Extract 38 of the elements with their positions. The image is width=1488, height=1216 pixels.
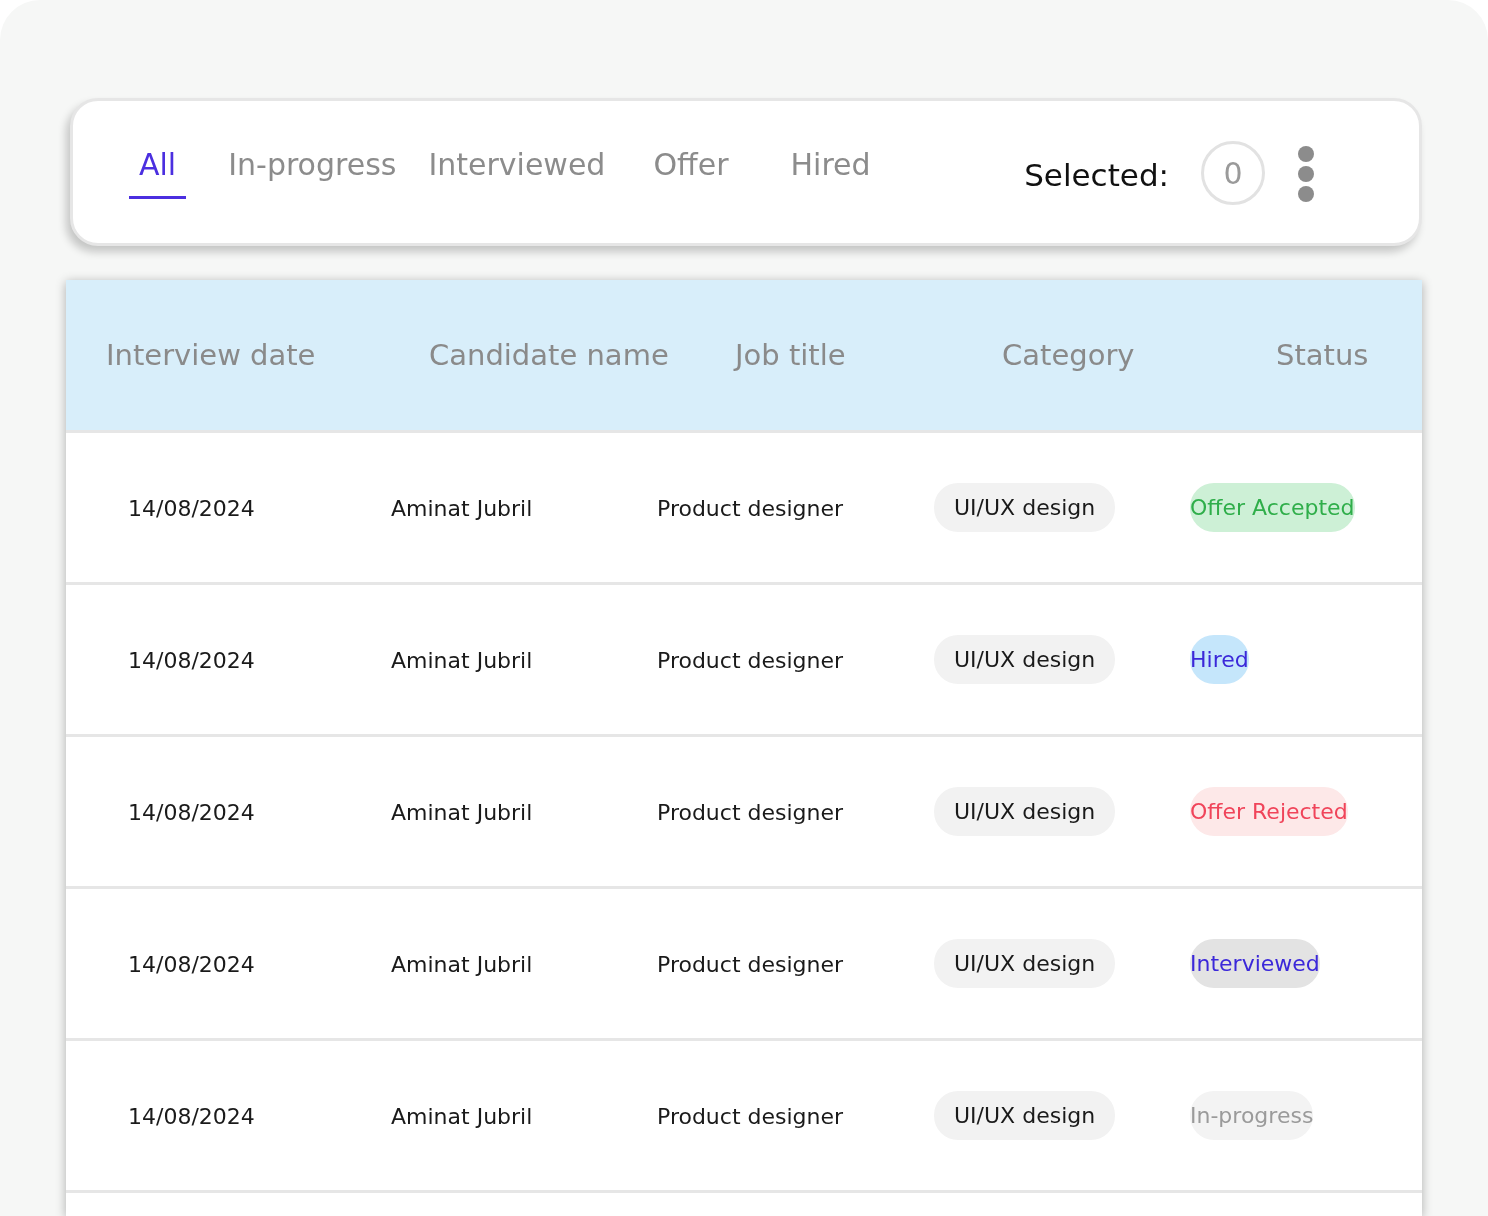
name-cell-text: Aminat Jubril [391,951,534,977]
column-header: Status [1276,338,1370,372]
name-cell-text: Aminat Jubril [391,647,534,673]
filter-tab[interactable]: Hired [790,101,871,199]
date-cell-text: 14/08/2024 [128,799,256,825]
filter-tab[interactable]: All [129,101,187,199]
name-cell-text: Aminat Jubril [391,1103,534,1129]
name-cell-text: Aminat Jubril [391,495,534,521]
category-tag: UI/UX design [934,1091,1116,1140]
date-cell-text: 14/08/2024 [128,495,256,521]
category-tag: UI/UX design [934,483,1116,532]
job-title-cell-text: Product designer [657,647,845,673]
date-cell-text: 14/08/2024 [128,647,256,673]
date-cell-text: 14/08/2024 [128,1103,256,1129]
category-tag: UI/UX design [934,787,1116,836]
column-header: Job title [735,338,847,372]
selected-label: Selected: [1024,157,1169,193]
job-title-cell-text: Product designer [657,951,845,977]
status-badge: Offer Rejected [1190,787,1348,836]
job-title-cell-text: Product designer [657,495,845,521]
column-header: Category [1002,338,1136,372]
category-tag: UI/UX design [934,635,1116,684]
job-title-cell-text: Product designer [657,799,845,825]
status-badge: Offer Accepted [1190,483,1355,532]
filter-tab[interactable]: Offer [653,101,729,199]
selected-count: 0 [1201,141,1265,205]
column-header: Candidate name [429,338,670,372]
filter-tab[interactable]: In-progress [228,101,397,199]
more-options-icon[interactable] [1297,145,1315,203]
category-tag: UI/UX design [934,939,1116,988]
name-cell-text: Aminat Jubril [391,799,534,825]
date-cell-text: 14/08/2024 [128,951,256,977]
filter-tab[interactable]: Interviewed [428,101,606,199]
column-header: Interview date [106,338,317,372]
status-badge: Hired [1190,635,1249,684]
status-badge: In-progress [1190,1091,1314,1140]
job-title-cell-text: Product designer [657,1103,845,1129]
status-badge: Interviewed [1190,939,1320,988]
